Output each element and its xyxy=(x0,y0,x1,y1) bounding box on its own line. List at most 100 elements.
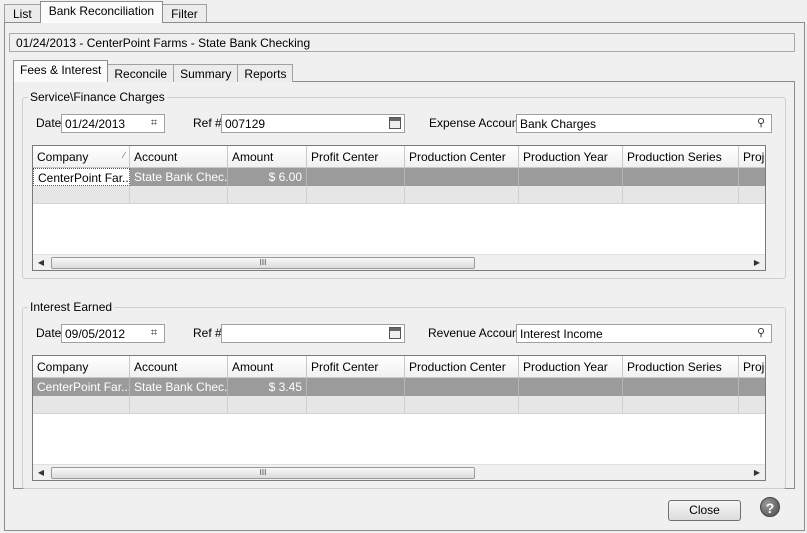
new-row-cell[interactable] xyxy=(739,396,765,414)
col-profit-center[interactable]: Profit Center xyxy=(307,356,405,378)
new-row[interactable] xyxy=(33,396,765,414)
interest-date-value: 09/05/2012 xyxy=(65,327,126,341)
interest-ref-label: Ref # xyxy=(193,326,222,340)
interest-date-label: Date xyxy=(36,326,62,340)
new-row-cell[interactable] xyxy=(228,396,307,414)
scroll-thumb[interactable]: III xyxy=(51,257,475,269)
new-row-cell[interactable] xyxy=(307,186,405,204)
search-icon[interactable]: ⚲ xyxy=(754,116,768,130)
horizontal-scrollbar[interactable]: ◀ III ▶ xyxy=(33,254,765,270)
col-project[interactable]: Proje xyxy=(739,356,765,378)
tab-bank-reconciliation[interactable]: Bank Reconciliation xyxy=(39,1,164,23)
service-ref-value: 007129 xyxy=(225,117,266,131)
grid-header: Company Account Amount Profit Center Pro… xyxy=(33,356,765,378)
calendar-icon[interactable] xyxy=(389,327,401,339)
help-icon[interactable]: ? xyxy=(760,497,780,517)
col-amount[interactable]: Amount xyxy=(228,356,307,378)
table-row[interactable]: CenterPoint Far... State Bank Chec... $ … xyxy=(33,168,765,186)
revenue-account-field[interactable]: Interest Income ⚲ xyxy=(516,324,772,343)
service-charges-title: Service\Finance Charges xyxy=(28,90,167,104)
cell-amount[interactable]: $ 3.45 xyxy=(228,378,307,396)
col-production-year[interactable]: Production Year xyxy=(519,146,623,168)
col-production-center[interactable]: Production Center xyxy=(405,146,519,168)
col-account[interactable]: Account xyxy=(130,356,228,378)
cell-production-year[interactable] xyxy=(519,378,623,396)
cell-production-center[interactable] xyxy=(405,378,519,396)
revenue-account-label: Revenue Account xyxy=(428,326,523,340)
service-ref-label: Ref # xyxy=(193,116,222,130)
cell-production-series[interactable] xyxy=(623,378,739,396)
table-row[interactable]: CenterPoint Far... State Bank Chec... $ … xyxy=(33,378,765,396)
new-row-cell[interactable] xyxy=(519,396,623,414)
new-row-cell[interactable] xyxy=(405,186,519,204)
close-button[interactable]: Close xyxy=(668,500,741,521)
tab-fees-interest[interactable]: Fees & Interest xyxy=(13,60,109,82)
sub-tab-bar: Fees & Interest Reconcile Summary Report… xyxy=(13,60,294,82)
expense-account-field[interactable]: Bank Charges ⚲ xyxy=(516,114,772,133)
new-row[interactable] xyxy=(33,186,765,204)
service-date-value: 01/24/2013 xyxy=(65,117,126,131)
tab-summary[interactable]: Summary xyxy=(173,64,239,82)
new-row-cell[interactable] xyxy=(739,186,765,204)
interest-grid[interactable]: Company Account Amount Profit Center Pro… xyxy=(32,355,766,481)
service-date-field[interactable]: 01/24/2013 ⌗ xyxy=(61,114,165,133)
interest-ref-field[interactable] xyxy=(221,324,405,343)
service-grid[interactable]: Company ∕ Account Amount Profit Center Pr… xyxy=(32,145,766,271)
new-row-cell[interactable] xyxy=(228,186,307,204)
scroll-thumb[interactable]: III xyxy=(51,467,475,479)
col-project[interactable]: Proje xyxy=(739,146,765,168)
revenue-account-value: Interest Income xyxy=(520,327,603,341)
new-row-cell[interactable] xyxy=(33,396,130,414)
cell-account[interactable]: State Bank Chec... xyxy=(130,378,228,396)
interest-date-field[interactable]: 09/05/2012 ⌗ xyxy=(61,324,165,343)
cell-company[interactable]: CenterPoint Far... xyxy=(33,378,130,396)
cell-profit-center[interactable] xyxy=(307,168,405,186)
new-row-cell[interactable] xyxy=(307,396,405,414)
calendar-grid-icon[interactable]: ⌗ xyxy=(147,116,161,130)
cell-amount[interactable]: $ 6.00 xyxy=(228,168,307,186)
col-profit-center[interactable]: Profit Center xyxy=(307,146,405,168)
new-row-cell[interactable] xyxy=(623,396,739,414)
reconciliation-header: 01/24/2013 - CenterPoint Farms - State B… xyxy=(9,33,795,52)
scroll-right-icon[interactable]: ▶ xyxy=(749,255,765,270)
col-company[interactable]: Company xyxy=(33,356,130,378)
cell-production-year[interactable] xyxy=(519,168,623,186)
col-production-series[interactable]: Production Series xyxy=(623,356,739,378)
col-company[interactable]: Company ∕ xyxy=(33,146,130,168)
cell-production-series[interactable] xyxy=(623,168,739,186)
col-production-year[interactable]: Production Year xyxy=(519,356,623,378)
col-amount[interactable]: Amount xyxy=(228,146,307,168)
cell-account[interactable]: State Bank Chec... xyxy=(130,168,228,186)
cell-project[interactable] xyxy=(739,168,765,186)
scroll-left-icon[interactable]: ◀ xyxy=(33,465,49,480)
expense-account-label: Expense Account xyxy=(429,116,522,130)
cell-project[interactable] xyxy=(739,378,765,396)
col-production-series[interactable]: Production Series xyxy=(623,146,739,168)
top-tab-bar: List Bank Reconciliation Filter xyxy=(4,1,207,23)
service-date-label: Date xyxy=(36,116,62,130)
scroll-right-icon[interactable]: ▶ xyxy=(749,465,765,480)
calendar-icon[interactable] xyxy=(389,117,401,129)
tab-list[interactable]: List xyxy=(4,4,41,23)
tab-reports[interactable]: Reports xyxy=(237,64,294,82)
cell-profit-center[interactable] xyxy=(307,378,405,396)
cell-company[interactable]: CenterPoint Far... xyxy=(33,168,130,186)
col-account[interactable]: Account xyxy=(130,146,228,168)
new-row-cell[interactable] xyxy=(519,186,623,204)
horizontal-scrollbar[interactable]: ◀ III ▶ xyxy=(33,464,765,480)
service-ref-field[interactable]: 007129 xyxy=(221,114,405,133)
interest-earned-title: Interest Earned xyxy=(28,300,115,314)
grid-header: Company ∕ Account Amount Profit Center Pr… xyxy=(33,146,765,168)
new-row-cell[interactable] xyxy=(130,186,228,204)
scroll-left-icon[interactable]: ◀ xyxy=(33,255,49,270)
new-row-cell[interactable] xyxy=(623,186,739,204)
col-production-center[interactable]: Production Center xyxy=(405,356,519,378)
new-row-cell[interactable] xyxy=(130,396,228,414)
new-row-cell[interactable] xyxy=(33,186,130,204)
tab-filter[interactable]: Filter xyxy=(162,4,207,23)
search-icon[interactable]: ⚲ xyxy=(754,326,768,340)
calendar-grid-icon[interactable]: ⌗ xyxy=(147,326,161,340)
new-row-cell[interactable] xyxy=(405,396,519,414)
cell-production-center[interactable] xyxy=(405,168,519,186)
tab-reconcile[interactable]: Reconcile xyxy=(107,64,175,82)
